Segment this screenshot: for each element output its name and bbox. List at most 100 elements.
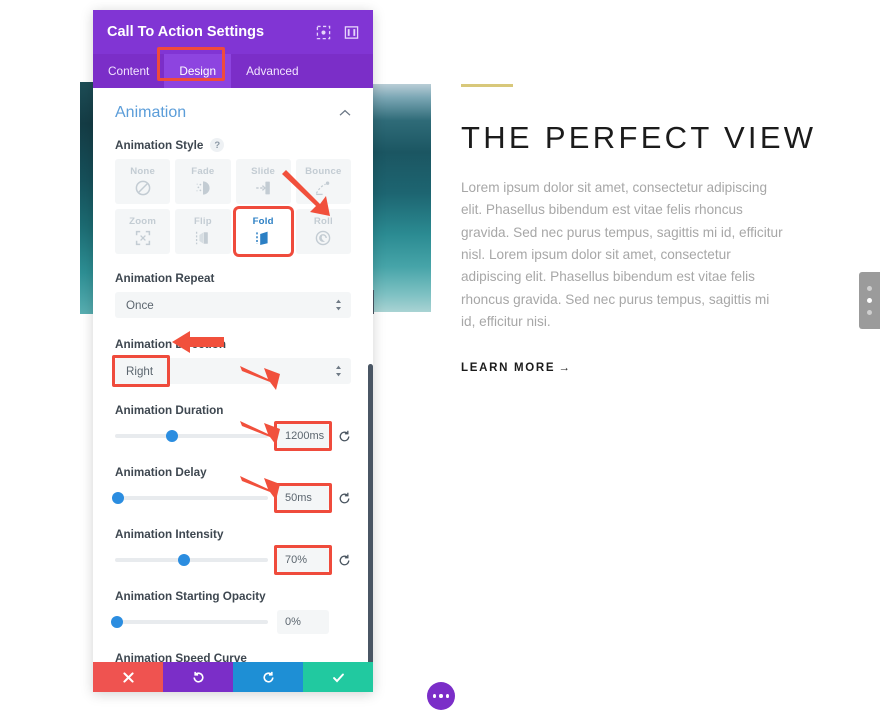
animation-curve-label: Animation Speed Curve	[115, 652, 247, 662]
animation-opacity-label: Animation Starting Opacity	[115, 590, 266, 603]
style-option-fade[interactable]: Fade	[175, 159, 231, 204]
animation-direction-value: Right	[126, 364, 154, 378]
animation-section-header[interactable]: Animation	[115, 104, 351, 122]
chevron-up-icon[interactable]	[339, 109, 351, 117]
slider-knob[interactable]	[165, 430, 178, 442]
animation-intensity-slider[interactable]	[115, 554, 268, 566]
help-icon[interactable]: ?	[210, 138, 225, 152]
modal-tabs: Content Design Advanced	[93, 54, 373, 88]
animation-style-label-text: Animation Style	[115, 138, 204, 152]
zoom-icon	[135, 230, 150, 246]
style-option-label: None	[130, 166, 156, 177]
modal-titlebar: Call To Action Settings	[93, 10, 373, 54]
animation-opacity-input[interactable]: 0%	[277, 610, 329, 634]
animation-delay-input[interactable]: 50ms	[277, 486, 329, 510]
animation-intensity-label: Animation Intensity	[115, 528, 224, 541]
style-option-label: Fold	[252, 216, 274, 227]
animation-repeat-select[interactable]: Once	[115, 292, 351, 318]
animation-intensity-row: 70%	[115, 545, 351, 575]
style-option-label: Zoom	[129, 216, 157, 227]
dot-indicator-active[interactable]	[867, 298, 872, 303]
ellipsis-icon	[439, 694, 443, 698]
select-stepper-icon	[336, 299, 341, 311]
x-icon	[122, 671, 134, 683]
check-icon	[332, 673, 344, 682]
bounce-icon	[316, 181, 330, 196]
learn-more-link[interactable]: LEARN MORE →	[461, 362, 572, 374]
slide-icon	[256, 181, 270, 195]
section-title: Animation	[115, 104, 187, 121]
slider-knob[interactable]	[177, 554, 190, 566]
animation-direction-label: Animation Direction	[115, 338, 227, 351]
no-entry-icon	[135, 180, 150, 196]
fade-icon	[196, 181, 210, 195]
cta-content-column: THE PERFECT VIEW Lorem ipsum dolor sit a…	[461, 84, 817, 376]
style-option-label: Flip	[193, 216, 212, 227]
roll-icon	[316, 230, 331, 246]
animation-duration-input[interactable]: 1200ms	[277, 424, 329, 448]
slider-knob[interactable]	[112, 492, 125, 504]
animation-repeat-value: Once	[126, 298, 154, 312]
learn-more-label: LEARN MORE	[461, 362, 556, 375]
style-option-roll[interactable]: Roll	[295, 209, 351, 254]
animation-duration-row: 1200ms	[115, 421, 351, 451]
modal-footer	[93, 662, 373, 692]
ellipsis-icon	[433, 694, 437, 698]
dot-indicator[interactable]	[867, 310, 872, 315]
tab-advanced[interactable]: Advanced	[231, 54, 313, 88]
animation-delay-slider[interactable]	[112, 492, 268, 504]
modal-body: Animation Animation Style ? None Fade Sl…	[93, 88, 373, 662]
style-option-fold[interactable]: Fold	[235, 209, 291, 254]
animation-opacity-slider[interactable]	[110, 616, 268, 628]
animation-delay-field-wrap: 50ms	[274, 483, 332, 513]
cancel-button[interactable]	[93, 662, 163, 692]
reset-icon[interactable]	[338, 554, 351, 567]
animation-repeat-label: Animation Repeat	[115, 272, 215, 285]
animation-intensity-input[interactable]: 70%	[277, 548, 329, 572]
redo-icon	[262, 671, 274, 683]
style-option-slide[interactable]: Slide	[235, 159, 291, 204]
animation-duration-label: Animation Duration	[115, 404, 224, 417]
undo-button[interactable]	[163, 662, 233, 692]
undo-icon	[192, 671, 204, 683]
animation-duration-field-wrap: 1200ms	[274, 421, 332, 451]
modal-title: Call To Action Settings	[107, 24, 265, 40]
animation-opacity-row: 0%	[110, 610, 351, 634]
page-settings-fab[interactable]	[427, 682, 455, 710]
call-to-action-settings-modal: Call To Action Settings Content Design A…	[93, 10, 373, 692]
fold-icon	[256, 231, 268, 245]
reset-icon[interactable]	[338, 430, 351, 443]
scroll-dots-tab[interactable]	[859, 272, 880, 329]
body-text: Lorem ipsum dolor sit amet, consectetur …	[461, 180, 783, 329]
style-option-label: Bounce	[305, 166, 342, 177]
style-option-label: Roll	[313, 216, 333, 227]
page-title: THE PERFECT VIEW	[461, 120, 817, 155]
page-root: THE PERFECT VIEW Lorem ipsum dolor sit a…	[0, 0, 880, 716]
reset-icon[interactable]	[338, 492, 351, 505]
style-option-flip[interactable]: Flip	[175, 209, 231, 254]
style-option-bounce[interactable]: Bounce	[295, 159, 351, 204]
animation-style-label: Animation Style ?	[115, 138, 351, 152]
style-option-none[interactable]: None	[115, 159, 171, 204]
redo-button[interactable]	[233, 662, 303, 692]
save-button[interactable]	[303, 662, 373, 692]
tab-content[interactable]: Content	[93, 54, 164, 88]
accent-rule	[461, 84, 513, 87]
animation-delay-label: Animation Delay	[115, 466, 207, 479]
select-stepper-icon	[336, 365, 341, 377]
dot-indicator[interactable]	[867, 286, 872, 291]
ellipsis-icon	[445, 694, 449, 698]
hero-background-strip	[80, 82, 93, 314]
animation-direction-select[interactable]: Right	[112, 355, 351, 387]
modal-scrollbar[interactable]	[368, 364, 373, 662]
expand-icon[interactable]	[316, 25, 331, 40]
tab-design[interactable]: Design	[164, 54, 232, 88]
style-option-label: Fade	[191, 166, 215, 177]
animation-style-grid: None Fade Slide Bounce Zoom Flip Fold Ro…	[115, 159, 351, 254]
slider-knob[interactable]	[110, 616, 123, 628]
animation-intensity-field-wrap: 70%	[274, 545, 332, 575]
style-option-zoom[interactable]: Zoom	[115, 209, 171, 254]
animation-duration-slider[interactable]	[115, 430, 268, 442]
panel-layout-icon[interactable]	[344, 25, 359, 40]
hero-background-photo	[373, 84, 431, 312]
